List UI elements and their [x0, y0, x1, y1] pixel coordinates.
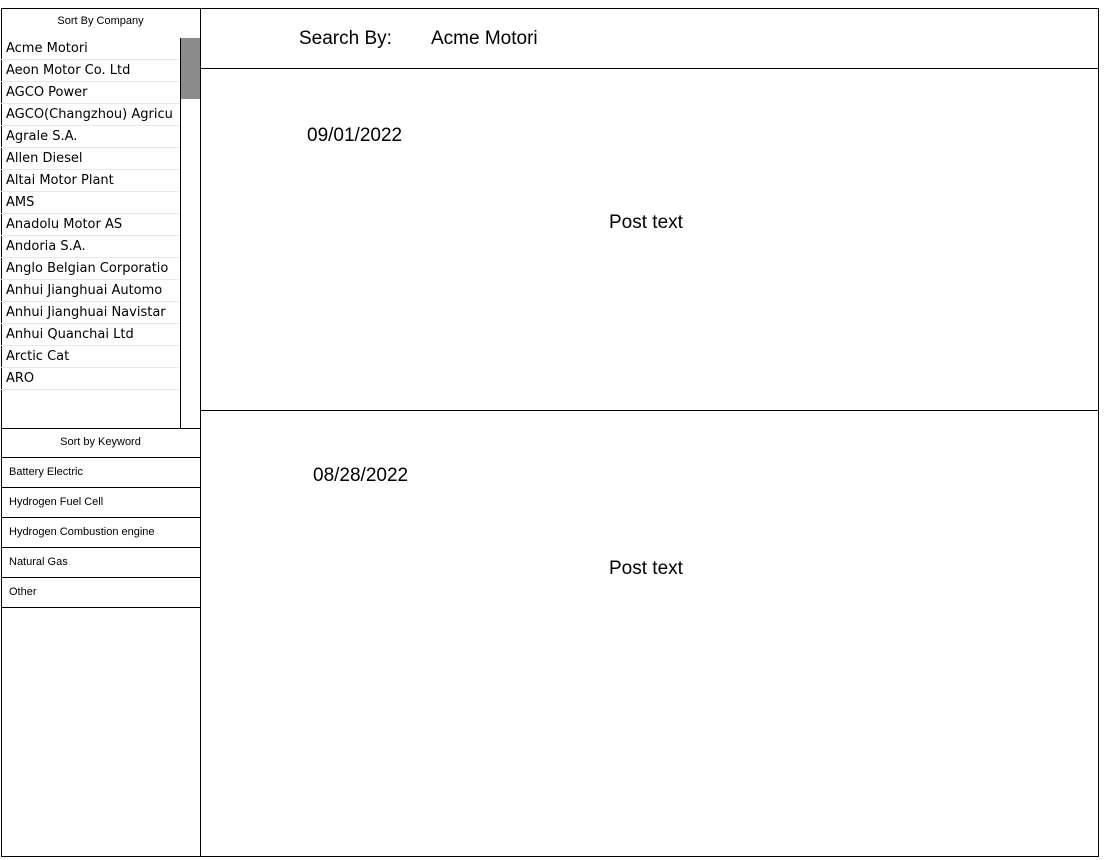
post-text: Post text	[609, 212, 683, 233]
post-text: Post text	[609, 558, 683, 579]
company-item[interactable]: Arctic Cat	[1, 346, 179, 368]
list-edge-marker	[1, 38, 2, 46]
company-item[interactable]: Anglo Belgian Corporatio	[1, 258, 179, 280]
company-item[interactable]: Anadolu Motor AS	[1, 214, 179, 236]
post-date: 09/01/2022	[307, 125, 403, 146]
company-item[interactable]: Agrale S.A.	[1, 126, 179, 148]
scrollbar-thumb[interactable]	[181, 38, 200, 99]
search-label: Search By:	[299, 28, 392, 49]
keyword-item-hydrogen-combustion[interactable]: Hydrogen Combustion engine	[1, 518, 200, 548]
company-item[interactable]: Andoria S.A.	[1, 236, 179, 258]
post-card: 09/01/2022 Post text	[201, 69, 1099, 411]
main-content: Search By: Acme Motori 09/01/2022 Post t…	[201, 8, 1099, 857]
company-item[interactable]: Anhui Jianghuai Navistar	[1, 302, 179, 324]
post-card: 08/28/2022 Post text	[201, 411, 1099, 857]
keyword-item-other[interactable]: Other	[1, 578, 200, 608]
keyword-item-hydrogen-fuel-cell[interactable]: Hydrogen Fuel Cell	[1, 488, 200, 518]
company-item[interactable]: Allen Diesel	[1, 148, 179, 170]
keyword-section: Sort by Keyword Battery Electric Hydroge…	[1, 428, 200, 608]
company-item[interactable]: Altai Motor Plant	[1, 170, 179, 192]
keyword-item-natural-gas[interactable]: Natural Gas	[1, 548, 200, 578]
company-list-scrollbar[interactable]	[180, 38, 200, 428]
company-item[interactable]: AGCO Power	[1, 82, 179, 104]
search-value[interactable]: Acme Motori	[431, 28, 538, 50]
company-item[interactable]: ARO	[1, 368, 179, 390]
company-item[interactable]: Aeon Motor Co. Ltd	[1, 60, 179, 82]
company-item[interactable]: Anhui Quanchai Ltd	[1, 324, 179, 346]
company-item[interactable]: AMS	[1, 192, 179, 214]
company-sort-header: Sort By Company	[57, 15, 144, 27]
sidebar: Sort By Company Acme Motori Aeon Motor C…	[1, 8, 201, 857]
keyword-sort-header: Sort by Keyword	[1, 429, 200, 458]
company-item[interactable]: AGCO(Changzhou) Agricu	[1, 104, 179, 126]
company-list[interactable]: Acme Motori Aeon Motor Co. Ltd AGCO Powe…	[1, 38, 200, 428]
company-item[interactable]: Anhui Jianghuai Automo	[1, 280, 179, 302]
company-item[interactable]: Acme Motori	[1, 38, 179, 60]
search-bar: Search By: Acme Motori	[201, 8, 1099, 69]
post-date: 08/28/2022	[313, 465, 409, 486]
keyword-item-battery-electric[interactable]: Battery Electric	[1, 458, 200, 488]
